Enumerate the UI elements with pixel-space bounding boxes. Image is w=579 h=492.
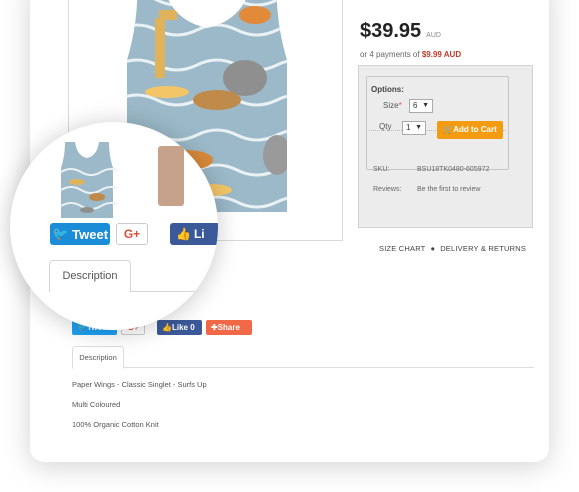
required-marker: * (398, 101, 402, 110)
installment-amount: $9.99 AUD (421, 50, 462, 59)
chevron-down-icon: ▼ (422, 102, 429, 109)
tab-description[interactable]: Description (72, 346, 124, 369)
installments-prefix: or 4 payments of (360, 50, 420, 59)
qty-label: Qty (379, 122, 391, 131)
size-value: 6 (413, 101, 418, 110)
size-select[interactable]: 6 ▼ (409, 99, 433, 113)
add-to-cart-label: Add to Cart (453, 125, 497, 134)
qty-label-text: Qty (379, 122, 392, 131)
price-amount: $39.95 (360, 20, 422, 42)
price-currency: AUD (426, 32, 441, 39)
share-button[interactable]: ✚ Share (206, 320, 252, 335)
facebook-like-button[interactable]: 👍 Like 0 (157, 320, 202, 335)
magnified-tab-underline (131, 291, 218, 292)
size-label: Size* (383, 101, 402, 110)
add-to-cart-button[interactable]: 🛒Add to Cart (437, 121, 503, 139)
twitter-icon: 🐦 (51, 226, 69, 241)
magnified-social-buttons: 🐦 Tweet G+ 👍 Li (50, 223, 218, 245)
qty-value: 1 (406, 123, 411, 132)
product-price: $39.95 AUD (360, 20, 441, 43)
reviews-link[interactable]: Be the first to review (417, 186, 480, 193)
magnified-tweet-button[interactable]: 🐦 Tweet (50, 223, 110, 245)
product-thumbnail[interactable] (57, 142, 117, 218)
bullet-separator: ● (430, 244, 436, 253)
size-chart-link[interactable]: SIZE CHART (379, 244, 425, 253)
chevron-down-icon: ▼ (415, 124, 422, 131)
magnified-tweet-label: Tweet (72, 226, 109, 242)
sku-value: BSU18TK0480-605972 (417, 166, 490, 173)
installments-text: or 4 payments of $9.99 AUD (360, 50, 461, 59)
sku-label: SKU: (373, 166, 390, 173)
plus-icon: ✚ (211, 323, 218, 332)
magnifier-lens: 🐦 Tweet G+ 👍 Li Description (10, 122, 218, 330)
magnified-gplus-label: G+ (123, 227, 141, 241)
magnified-like-label: Li (193, 227, 205, 241)
reviews-label: Reviews: (373, 186, 402, 193)
thumbs-up-icon: 👍 (176, 227, 191, 241)
qty-select[interactable]: 1 ▼ (402, 121, 426, 135)
cart-icon: 🛒 (443, 125, 454, 134)
thumbs-up-icon: 👍 (162, 323, 172, 332)
tab-bar: Description (72, 346, 534, 369)
like-label: Like 0 (171, 323, 195, 332)
options-panel: Options: Size* 6 ▼ Qty 1 ▼ 🛒Add to Cart SK… (358, 65, 533, 228)
size-label-text: Size (383, 101, 399, 110)
options-title: Options: (371, 85, 404, 94)
magnified-gplus-button[interactable]: G+ (116, 223, 148, 245)
magnified-tab-description[interactable]: Description (49, 260, 131, 292)
share-label: Share (217, 323, 240, 332)
magnified-like-button[interactable]: 👍 Li (170, 223, 218, 245)
model-thumbnail[interactable] (158, 146, 184, 206)
delivery-returns-link[interactable]: DELIVERY & RETURNS (440, 244, 526, 253)
description-line: 100% Organic Cotton Knit (72, 420, 159, 429)
info-links: SIZE CHART ● DELIVERY & RETURNS (379, 244, 526, 253)
description-line: Multi Coloured (72, 400, 121, 409)
description-line: Paper Wings - Classic Singlet - Surfs Up (72, 380, 207, 389)
